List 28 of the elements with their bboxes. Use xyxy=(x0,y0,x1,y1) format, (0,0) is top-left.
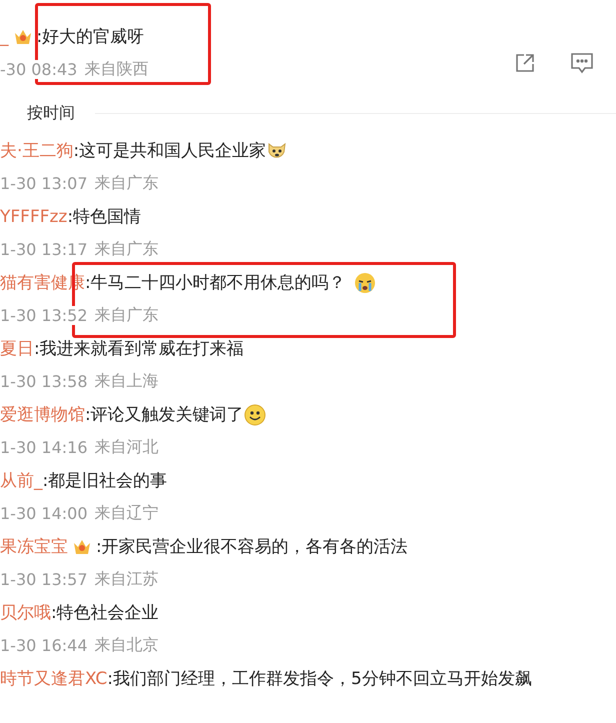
comment-text: :都是旧社会的事 xyxy=(42,470,168,492)
sort-tab[interactable]: 按时间 xyxy=(27,102,75,124)
user-name[interactable]: 果冻宝宝 xyxy=(0,535,68,558)
user-name[interactable]: 爱逛博物馆 xyxy=(0,403,85,426)
crying-face-icon xyxy=(354,272,376,294)
comment-text: :好大的官威呀 xyxy=(36,26,144,48)
comment-text: :特色国情 xyxy=(67,206,142,228)
user-name[interactable]: 从前_ xyxy=(0,469,42,492)
comment-text: :特色社会企业 xyxy=(51,602,159,624)
comment-text: :我进来就看到常威在打来福 xyxy=(34,338,244,360)
crown-badge-icon xyxy=(12,28,32,46)
share-icon[interactable] xyxy=(514,52,536,74)
user-name[interactable]: YFFFFzz xyxy=(0,206,68,226)
smiley-face-icon xyxy=(244,404,266,426)
comment-icon[interactable] xyxy=(570,52,594,74)
comment-text: :我们部门经理，工作群发指令，5分钟不回立马开始发飙 xyxy=(107,668,532,690)
comment-text: :评论又触发关键词了 xyxy=(85,404,244,426)
user-name[interactable]: 贝尔哦 xyxy=(0,601,51,624)
user-name[interactable]: 時节又逢君XC xyxy=(0,667,108,690)
comment-text: :这可是共和国人民企业家 xyxy=(73,140,266,162)
user-name[interactable]: _ xyxy=(0,26,8,46)
user-name[interactable]: 夫·王二狗 xyxy=(0,139,74,162)
comment-time: 1-30 13:52 xyxy=(0,306,88,325)
crown-badge-icon xyxy=(72,538,92,556)
comment-time: -30 08:43 xyxy=(0,60,78,79)
comment-text: :开家民营企业很不容易的，各有各的活法 xyxy=(96,536,408,558)
user-name[interactable]: 夏日 xyxy=(0,337,34,360)
comment-text: :牛马二十四小时都不用休息的吗？ xyxy=(85,272,346,294)
